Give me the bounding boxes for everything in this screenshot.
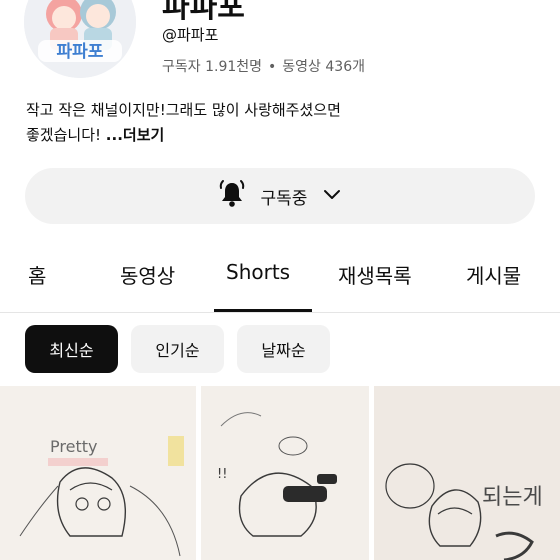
avatar-logo-text: 파파포 [57, 42, 104, 62]
more-link[interactable]: ...더보기 [106, 126, 165, 144]
short-thumbnail[interactable]: 되는게 [374, 386, 560, 560]
sketch-image: Pretty [0, 386, 196, 560]
channel-name: 파파포 [162, 0, 245, 25]
subscribed-button[interactable]: 구독중 [25, 168, 535, 224]
sketch-label: Pretty [50, 437, 97, 456]
description-line-1: 작고 작은 채널이지만!그래도 많이 사랑해주셨으면 [26, 101, 341, 119]
sketch-label: 되는게 [482, 485, 543, 510]
tab-shorts[interactable]: Shorts [226, 260, 290, 284]
short-thumbnail[interactable]: !! [201, 386, 369, 560]
channel-description[interactable]: 작고 작은 채널이지만!그래도 많이 사랑해주셨으면 좋겠습니다! ...더보기 [26, 98, 526, 148]
video-count: 동영상 436개 [282, 59, 365, 75]
channel-stats: 구독자 1.91천명 • 동영상 436개 [162, 56, 365, 76]
stats-separator: • [268, 59, 277, 75]
channel-tabs: 홈 동영상 Shorts 재생목록 게시물 [0, 240, 560, 313]
sketch-image: 되는게 [374, 386, 560, 560]
tab-playlists[interactable]: 재생목록 [338, 260, 412, 289]
channel-handle: @파파포 [162, 26, 219, 44]
sort-chip-date[interactable]: 날짜순 [237, 325, 330, 373]
channel-avatar[interactable]: 파파포 [24, 0, 136, 78]
chevron-down-icon [321, 183, 343, 209]
sketch-label: !! [217, 467, 227, 482]
sort-chip-popular[interactable]: 인기순 [131, 325, 224, 373]
subscriber-count: 구독자 1.91천명 [162, 59, 263, 75]
tab-home[interactable]: 홈 [28, 260, 46, 289]
short-thumbnail[interactable]: Pretty [0, 386, 196, 560]
tab-posts[interactable]: 게시물 [466, 260, 521, 289]
bell-ringing-icon [217, 179, 247, 213]
tab-videos[interactable]: 동영상 [120, 260, 175, 289]
active-tab-indicator [214, 309, 312, 312]
sketch-image: !! [201, 386, 369, 560]
subscribed-label: 구독중 [260, 188, 308, 209]
avatar-illustration: 파파포 [24, 0, 136, 78]
sort-chip-latest[interactable]: 최신순 [25, 325, 118, 373]
description-line-2: 좋겠습니다! ...더보기 [26, 126, 165, 144]
